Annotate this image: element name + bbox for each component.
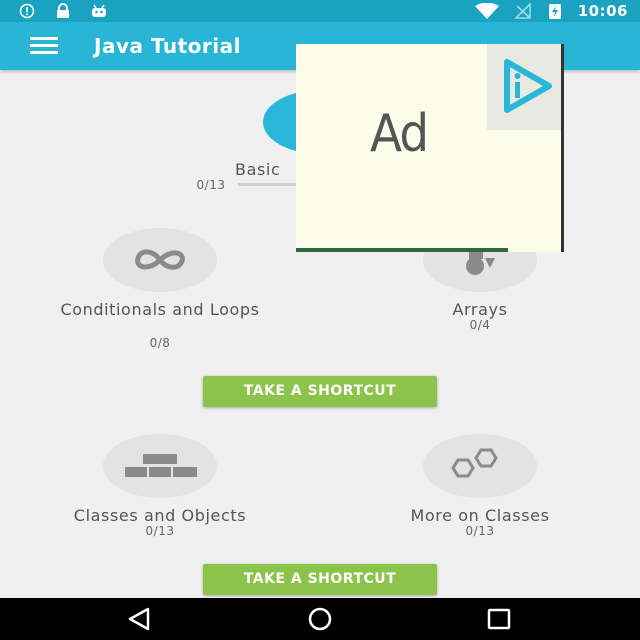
take-shortcut-button[interactable]: TAKE A SHORTCUT xyxy=(203,564,437,595)
topic-title: Basic xyxy=(235,160,281,179)
status-clock: 10:06 xyxy=(577,2,628,20)
status-bar: 10:06 xyxy=(0,0,640,22)
app-title: Java Tutorial xyxy=(94,34,241,58)
navigation-bar xyxy=(0,598,640,640)
topic-count: 0/13 xyxy=(196,178,226,192)
take-shortcut-button[interactable]: TAKE A SHORTCUT xyxy=(203,376,437,407)
topic-progress-bar xyxy=(238,183,300,186)
wifi-icon xyxy=(474,3,499,19)
ad-banner[interactable]: Ad xyxy=(296,44,564,252)
back-icon[interactable] xyxy=(120,606,160,632)
topic-icon-circle[interactable] xyxy=(103,434,217,498)
ad-choices-icon xyxy=(504,59,552,113)
ad-label: Ad xyxy=(370,104,429,164)
home-icon[interactable] xyxy=(300,606,340,632)
topic-icon-circle[interactable] xyxy=(423,434,537,498)
recents-icon[interactable] xyxy=(480,606,520,632)
status-right-icons: 10:06 xyxy=(474,2,628,20)
hamburger-menu-icon[interactable] xyxy=(26,34,62,58)
ad-bottom-line xyxy=(296,248,508,252)
topic-title: Conditionals and Loops xyxy=(60,300,260,319)
topic-count: 0/8 xyxy=(149,336,171,350)
blocks-icon xyxy=(125,454,197,477)
topic-count: 0/13 xyxy=(145,524,175,538)
android-icon xyxy=(92,4,106,17)
topic-title: Classes and Objects xyxy=(73,506,247,525)
hexagons-icon xyxy=(451,448,498,478)
infinity-icon xyxy=(135,249,185,270)
topic-title: Arrays xyxy=(452,300,508,319)
ad-choices-button[interactable] xyxy=(487,44,561,130)
topic-count: 0/4 xyxy=(469,318,491,332)
topic-icon-circle[interactable] xyxy=(103,228,217,292)
no-signal-icon xyxy=(513,3,531,19)
battery-icon xyxy=(548,4,561,19)
topic-count: 0/13 xyxy=(465,524,495,538)
lock-icon xyxy=(57,3,69,18)
info-icon xyxy=(19,3,35,19)
status-left-icons xyxy=(18,3,108,19)
topic-title: More on Classes xyxy=(410,506,550,525)
